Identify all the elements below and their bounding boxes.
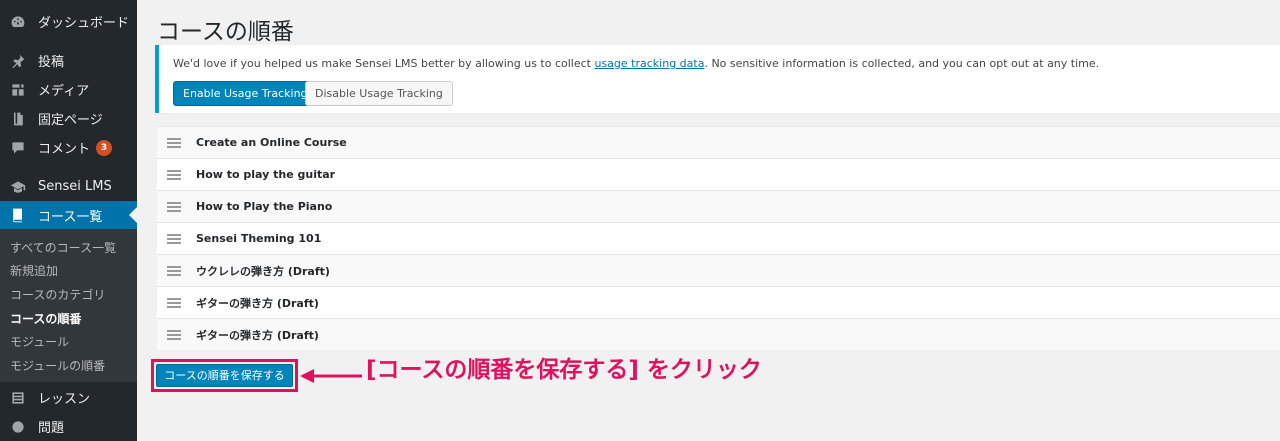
page-icon — [8, 109, 28, 129]
sidebar-item-lessons[interactable]: レッスン — [0, 383, 137, 412]
course-row[interactable]: Sensei Theming 101 — [157, 222, 1280, 254]
sidebar-item-label: ダッシュボード — [38, 16, 130, 31]
notice-text-before: We'd love if you helped us make Sensei L… — [173, 57, 595, 70]
course-title: Create an Online Course — [196, 136, 347, 149]
course-row[interactable]: Create an Online Course — [157, 126, 1280, 158]
course-row[interactable]: How to play the guitar — [157, 158, 1280, 190]
drag-handle-icon[interactable] — [167, 169, 181, 180]
submenu-item-course-categories[interactable]: コースのカテゴリ — [10, 285, 105, 305]
course-order-list: Create an Online Course How to play the … — [157, 126, 1280, 350]
sidebar-item-label: 問題 — [38, 421, 65, 436]
submenu-item-module-order[interactable]: モジュールの順番 — [10, 356, 105, 376]
sidebar-item-label: 投稿 — [38, 55, 65, 70]
usage-tracking-notice: We'd love if you helped us make Sensei L… — [155, 45, 1280, 113]
sidebar-item-label: Sensei LMS — [38, 179, 112, 194]
usage-tracking-link[interactable]: usage tracking data — [594, 57, 704, 70]
submenu-item-modules[interactable]: モジュール — [10, 332, 69, 352]
annotation-arrow-icon — [300, 369, 362, 383]
submenu-item-all-courses[interactable]: すべてのコース一覧 — [10, 238, 116, 258]
graduation-cap-icon — [8, 177, 28, 197]
drag-handle-icon[interactable] — [167, 297, 181, 308]
drag-handle-icon[interactable] — [167, 329, 181, 340]
course-title: How to Play the Piano — [196, 200, 333, 213]
sidebar-item-comments[interactable]: コメント 3 — [0, 133, 137, 162]
book-icon — [8, 205, 28, 225]
sidebar-item-label: コース一覧 — [38, 209, 103, 225]
sidebar-item-label: 固定ページ — [38, 113, 103, 128]
dashboard-icon — [8, 12, 28, 32]
sidebar-item-sensei-lms[interactable]: Sensei LMS — [0, 172, 137, 201]
course-row[interactable]: ギターの弾き方 (Draft) — [157, 318, 1280, 350]
courses-submenu: すべてのコース一覧 新規追加 コースのカテゴリ コースの順番 モジュール モジュ… — [0, 229, 137, 382]
list-icon — [8, 388, 28, 408]
sidebar-item-label: メディア — [38, 84, 90, 99]
page-title: コースの順番 — [157, 19, 294, 45]
save-course-order-button[interactable]: コースの順番を保存する — [156, 364, 293, 387]
media-icon — [8, 80, 28, 100]
course-title: ギターの弾き方 (Draft) — [196, 296, 319, 310]
course-title: Sensei Theming 101 — [196, 232, 322, 245]
pin-icon — [8, 51, 28, 71]
sidebar-item-media[interactable]: メディア — [0, 75, 137, 104]
current-menu-arrow — [129, 207, 137, 223]
course-row[interactable]: ギターの弾き方 (Draft) — [157, 286, 1280, 318]
course-title: How to play the guitar — [196, 168, 336, 181]
course-row[interactable]: How to Play the Piano — [157, 190, 1280, 222]
drag-handle-icon[interactable] — [167, 265, 181, 276]
submenu-item-add-new[interactable]: 新規追加 — [10, 261, 58, 281]
notice-message: We'd love if you helped us make Sensei L… — [173, 57, 1099, 70]
course-row[interactable]: ウクレレの弾き方 (Draft) — [157, 254, 1280, 286]
drag-handle-icon[interactable] — [167, 201, 181, 212]
annotation-label: [コースの順番を保存する] をクリック — [366, 357, 762, 383]
notice-text-after: . No sensitive information is collected,… — [704, 57, 1100, 70]
admin-sidebar: ダッシュボード 投稿 メディア 固定ページ コメント 3 Sensei LMS … — [0, 0, 137, 441]
question-icon — [8, 417, 28, 437]
sidebar-item-questions[interactable]: 問題 — [0, 412, 137, 441]
comment-count-badge: 3 — [96, 139, 113, 156]
disable-usage-tracking-button[interactable]: Disable Usage Tracking — [305, 81, 453, 106]
sidebar-item-courses[interactable]: コース一覧 — [0, 201, 137, 229]
drag-handle-icon[interactable] — [167, 137, 181, 148]
comment-icon — [8, 138, 28, 158]
enable-usage-tracking-button[interactable]: Enable Usage Tracking — [173, 81, 318, 106]
course-title: ギターの弾き方 (Draft) — [196, 328, 319, 342]
course-title: ウクレレの弾き方 (Draft) — [196, 264, 330, 278]
sidebar-item-pages[interactable]: 固定ページ — [0, 104, 137, 133]
sidebar-item-label: レッスン — [38, 392, 91, 407]
sidebar-item-label: コメント — [38, 142, 91, 157]
sidebar-item-posts[interactable]: 投稿 — [0, 46, 137, 75]
sidebar-item-dashboard[interactable]: ダッシュボード — [0, 7, 137, 36]
drag-handle-icon[interactable] — [167, 233, 181, 244]
submenu-item-course-order[interactable]: コースの順番 — [10, 309, 81, 329]
